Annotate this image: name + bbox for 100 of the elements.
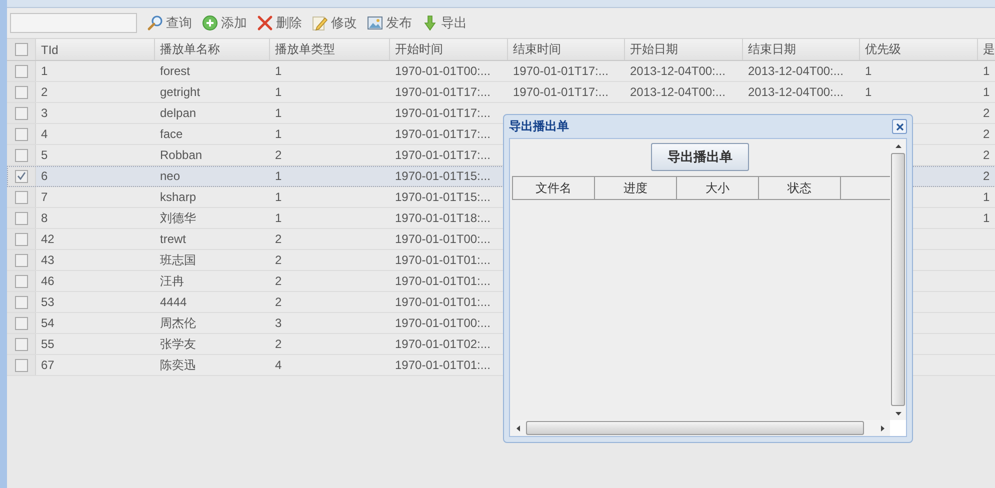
column-header[interactable]: 进度 — [594, 177, 676, 199]
toolbar-button[interactable]: 查询 — [145, 14, 194, 32]
search-field[interactable] — [10, 13, 137, 33]
export-button[interactable]: 导出播出单 — [651, 143, 749, 171]
checkbox[interactable] — [14, 106, 28, 120]
table-cell: 2 — [983, 127, 990, 141]
table-cell: 55 — [41, 337, 54, 351]
table-cell: 1 — [275, 106, 282, 120]
checkbox[interactable] — [14, 274, 28, 288]
column-header[interactable]: 文件名 — [512, 177, 594, 199]
table-cell: 1970-01-01T15:... — [395, 190, 490, 204]
table-cell: neo — [160, 169, 180, 183]
column-header[interactable]: 结束日期 — [743, 39, 860, 60]
table-cell: 3 — [275, 316, 282, 330]
table-cell: 1970-01-01T01:... — [395, 274, 490, 288]
table-cell: 刘德华 — [160, 210, 196, 226]
table-cell: 1970-01-01T17:... — [395, 127, 490, 141]
checkbox[interactable] — [14, 358, 28, 372]
dialog-title: 导出播出单 — [509, 118, 569, 135]
column-header[interactable]: 优先级 — [860, 39, 978, 60]
column-header[interactable]: 结束时间 — [508, 39, 625, 60]
vertical-scrollbar[interactable] — [890, 139, 906, 420]
checkbox[interactable] — [14, 316, 28, 330]
checkbox[interactable] — [14, 86, 28, 98]
image-icon — [367, 15, 383, 31]
table-cell: 67 — [41, 358, 54, 372]
column-header[interactable]: 状态 — [758, 177, 840, 199]
checkbox[interactable] — [14, 190, 28, 204]
table-cell: 4 — [275, 358, 282, 372]
table-cell: 4444 — [160, 295, 187, 309]
table-cell: 1970-01-01T01:... — [395, 358, 490, 372]
table-cell: 7 — [41, 190, 48, 204]
column-header[interactable]: 大小 — [676, 177, 758, 199]
table-cell: 1 — [983, 85, 990, 99]
table-cell: 1970-01-01T17:... — [513, 85, 608, 99]
toolbar-button[interactable]: 添加 — [200, 14, 249, 32]
table-cell: 1970-01-01T15:... — [395, 169, 490, 183]
table-cell: 张学友 — [160, 336, 196, 352]
down-arrow-icon — [422, 15, 438, 31]
column-header[interactable]: 是 — [978, 39, 995, 60]
column-header[interactable]: 播放单名称 — [155, 39, 270, 60]
column-header[interactable]: TId — [36, 39, 155, 60]
down-arrow-icon[interactable] — [894, 410, 902, 416]
table-cell: 6 — [41, 169, 48, 183]
table-cell: 1970-01-01T00:... — [395, 316, 490, 330]
table-cell: 46 — [41, 274, 54, 288]
checkbox[interactable] — [14, 338, 28, 350]
left-arrow-icon[interactable] — [514, 424, 522, 432]
checkbox[interactable] — [14, 170, 28, 182]
column-header[interactable]: 开始日期 — [625, 39, 743, 60]
horizontal-scrollbar[interactable] — [510, 420, 890, 436]
table-cell: forest — [160, 64, 190, 78]
checkbox[interactable] — [14, 254, 28, 266]
column-header[interactable]: 开始时间 — [390, 39, 508, 60]
table-cell: 5 — [41, 148, 48, 162]
toolbar-button[interactable]: 删除 — [255, 14, 304, 32]
table-cell: 2 — [275, 295, 282, 309]
table-cell: 2 — [983, 106, 990, 120]
toolbar-button[interactable]: 修改 — [310, 14, 359, 32]
checkbox[interactable] — [14, 296, 28, 308]
table-cell: 2013-12-04T00:... — [630, 85, 726, 99]
table-cell: 2 — [41, 85, 48, 99]
delete-icon — [257, 15, 273, 31]
table-cell: 2 — [275, 232, 282, 246]
table-cell: 1 — [865, 85, 872, 99]
table-cell: 2013-12-04T00:... — [748, 85, 844, 99]
checkbox[interactable] — [14, 232, 28, 246]
toolbar-button[interactable]: 导出 — [420, 14, 469, 32]
checkbox[interactable] — [14, 148, 28, 162]
table-cell: 2013-12-04T00:... — [630, 64, 726, 78]
checkbox[interactable] — [14, 212, 28, 224]
table-cell: 班志国 — [160, 252, 196, 268]
table-cell: 1 — [275, 127, 282, 141]
checkbox[interactable] — [14, 64, 28, 78]
table-cell: 8 — [41, 211, 48, 225]
table-cell: 1 — [41, 64, 48, 78]
right-arrow-icon[interactable] — [878, 424, 886, 432]
table-cell: 1 — [275, 211, 282, 225]
up-arrow-icon[interactable] — [894, 142, 902, 150]
table-cell: 2 — [275, 253, 282, 267]
checkbox[interactable] — [14, 43, 28, 56]
table-cell: ksharp — [160, 190, 196, 204]
check-icon — [16, 171, 26, 181]
table-cell: 1 — [275, 190, 282, 204]
table-cell: 1970-01-01T00:... — [395, 64, 490, 78]
table-cell: 1 — [983, 64, 990, 78]
table-cell: 1 — [865, 64, 872, 78]
checkbox[interactable] — [14, 128, 28, 140]
table-cell: 3 — [41, 106, 48, 120]
column-header[interactable]: 播放单类型 — [270, 39, 390, 60]
table-cell: 2 — [983, 169, 990, 183]
table-cell: 1 — [275, 85, 282, 99]
close-button[interactable] — [892, 119, 907, 134]
toolbar-button[interactable]: 发布 — [365, 14, 414, 32]
table-cell: 1970-01-01T17:... — [395, 85, 490, 99]
pencil-icon — [312, 15, 328, 31]
table-cell: 周杰伦 — [160, 314, 196, 332]
table-cell: 42 — [41, 232, 54, 246]
table-cell: 陈奕迅 — [160, 356, 196, 374]
table-cell: 1970-01-01T01:... — [395, 253, 490, 267]
